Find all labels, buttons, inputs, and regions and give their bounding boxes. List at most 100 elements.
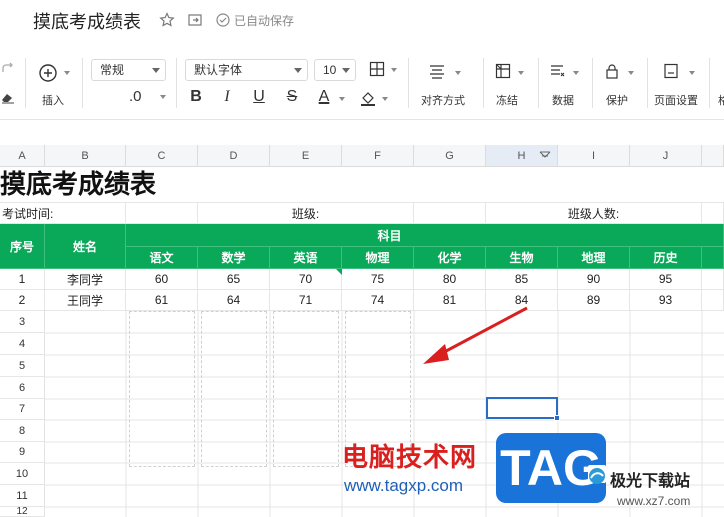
- header-subject-biology[interactable]: 生物: [486, 247, 558, 269]
- font-family-select[interactable]: 默认字体: [185, 59, 308, 81]
- seq-cell[interactable]: 9: [0, 442, 45, 463]
- header-subject-chinese[interactable]: 语文: [126, 247, 198, 269]
- freeze-panes-icon[interactable]: [494, 62, 512, 80]
- col-header-j[interactable]: J: [630, 145, 702, 167]
- data-chevron-down-icon[interactable]: [573, 71, 579, 75]
- class-cell[interactable]: 班级:: [198, 203, 414, 224]
- seq-cell[interactable]: 2: [0, 290, 45, 311]
- empty-cell[interactable]: [414, 203, 486, 224]
- star-icon[interactable]: [158, 11, 176, 29]
- insert-button[interactable]: 插入: [42, 92, 64, 108]
- italic-button[interactable]: I: [218, 88, 236, 106]
- font-size-select[interactable]: 10: [314, 59, 356, 81]
- decimal-places-button[interactable]: .0: [129, 88, 142, 105]
- header-subject-history[interactable]: 历史: [630, 247, 702, 269]
- col-header-overflow[interactable]: [702, 145, 724, 167]
- header-name[interactable]: 姓名: [45, 224, 126, 269]
- score-cell[interactable]: 60: [126, 269, 198, 290]
- bold-button[interactable]: B: [187, 88, 205, 106]
- header-subject-overflow[interactable]: [702, 247, 724, 269]
- header-subject-geography[interactable]: 地理: [558, 247, 630, 269]
- col-header-c[interactable]: C: [126, 145, 198, 167]
- seq-cell[interactable]: 3: [0, 311, 45, 333]
- freeze-chevron-down-icon[interactable]: [518, 71, 524, 75]
- empty-cell[interactable]: [702, 290, 724, 311]
- decimal-chevron-down-icon[interactable]: [160, 95, 166, 99]
- seq-cell[interactable]: 5: [0, 355, 45, 377]
- col-header-b[interactable]: B: [45, 145, 126, 167]
- lock-icon[interactable]: [603, 62, 621, 80]
- score-cell[interactable]: 90: [558, 269, 630, 290]
- column-filter-menu-icon[interactable]: [539, 150, 551, 165]
- document-title[interactable]: 摸底考成绩表: [33, 8, 141, 34]
- empty-cell[interactable]: [702, 203, 724, 224]
- header-subject-chemistry[interactable]: 化学: [414, 247, 486, 269]
- seq-cell[interactable]: 11: [0, 485, 45, 507]
- seq-cell[interactable]: 6: [0, 377, 45, 399]
- seq-cell[interactable]: 12: [0, 506, 45, 517]
- comment-indicator-icon[interactable]: [336, 269, 342, 275]
- header-subject-math[interactable]: 数学: [198, 247, 270, 269]
- student-name-cell[interactable]: 王同学: [45, 290, 126, 311]
- protect-button[interactable]: 保护: [606, 92, 628, 108]
- score-cell[interactable]: 75: [342, 269, 414, 290]
- border-chevron-down-icon[interactable]: [391, 68, 397, 72]
- page-setup-button[interactable]: 页面设置: [654, 92, 698, 108]
- class-size-cell[interactable]: 班级人数:: [486, 203, 702, 224]
- seq-cell[interactable]: 8: [0, 420, 45, 442]
- score-cell[interactable]: 74: [342, 290, 414, 311]
- fill-color-chevron-down-icon[interactable]: [382, 97, 388, 101]
- header-subject-english[interactable]: 英语: [270, 247, 342, 269]
- score-cell[interactable]: 71: [270, 290, 342, 311]
- align-button[interactable]: 对齐方式: [421, 92, 465, 108]
- align-lines-icon[interactable]: [428, 62, 446, 80]
- score-cell[interactable]: 93: [630, 290, 702, 311]
- move-to-folder-icon[interactable]: [186, 11, 204, 29]
- font-color-button[interactable]: A: [315, 88, 333, 106]
- header-subject-physics[interactable]: 物理: [342, 247, 414, 269]
- col-header-i[interactable]: I: [558, 145, 630, 167]
- protect-chevron-down-icon[interactable]: [628, 71, 634, 75]
- overflow-ribbon-item[interactable]: 格: [718, 92, 724, 108]
- fill-handle[interactable]: [554, 415, 560, 421]
- freeze-button[interactable]: 冻结: [496, 92, 518, 108]
- fill-color-bucket-icon[interactable]: [359, 89, 377, 107]
- strikethrough-button[interactable]: S: [283, 88, 301, 106]
- score-cell[interactable]: 64: [198, 290, 270, 311]
- align-chevron-down-icon[interactable]: [455, 71, 461, 75]
- student-name-cell[interactable]: 李同学: [45, 269, 126, 290]
- col-header-g[interactable]: G: [414, 145, 486, 167]
- col-header-a[interactable]: A: [0, 145, 45, 167]
- border-grid-icon[interactable]: [368, 60, 386, 78]
- score-cell[interactable]: 85: [486, 269, 558, 290]
- redo-icon[interactable]: [0, 60, 16, 78]
- seq-cell[interactable]: 7: [0, 399, 45, 420]
- page-setup-icon[interactable]: [662, 62, 680, 80]
- header-subject[interactable]: 科目: [126, 224, 724, 247]
- data-button[interactable]: 数据: [552, 92, 574, 108]
- insert-plus-icon[interactable]: [37, 62, 59, 84]
- score-cell[interactable]: 80: [414, 269, 486, 290]
- score-cell[interactable]: 65: [198, 269, 270, 290]
- empty-cell[interactable]: [126, 203, 198, 224]
- seq-cell[interactable]: 4: [0, 333, 45, 355]
- data-filter-icon[interactable]: [549, 62, 567, 80]
- page-setup-chevron-down-icon[interactable]: [689, 71, 695, 75]
- number-format-select[interactable]: 常规: [91, 59, 166, 81]
- score-cell[interactable]: 61: [126, 290, 198, 311]
- insert-chevron-down-icon[interactable]: [64, 71, 70, 75]
- sheet-title-cell[interactable]: 摸底考成绩表: [0, 167, 156, 202]
- col-header-f[interactable]: F: [342, 145, 414, 167]
- seq-cell[interactable]: 10: [0, 463, 45, 485]
- exam-time-cell[interactable]: 考试时间:: [0, 203, 126, 224]
- score-cell[interactable]: 89: [558, 290, 630, 311]
- header-seq[interactable]: 序号: [0, 224, 45, 269]
- col-header-h[interactable]: H: [486, 145, 558, 167]
- col-header-e[interactable]: E: [270, 145, 342, 167]
- clear-format-icon[interactable]: [0, 89, 16, 105]
- score-cell[interactable]: 95: [630, 269, 702, 290]
- underline-button[interactable]: U: [250, 88, 268, 106]
- empty-cell[interactable]: [702, 269, 724, 290]
- font-color-chevron-down-icon[interactable]: [339, 97, 345, 101]
- seq-cell[interactable]: 1: [0, 269, 45, 290]
